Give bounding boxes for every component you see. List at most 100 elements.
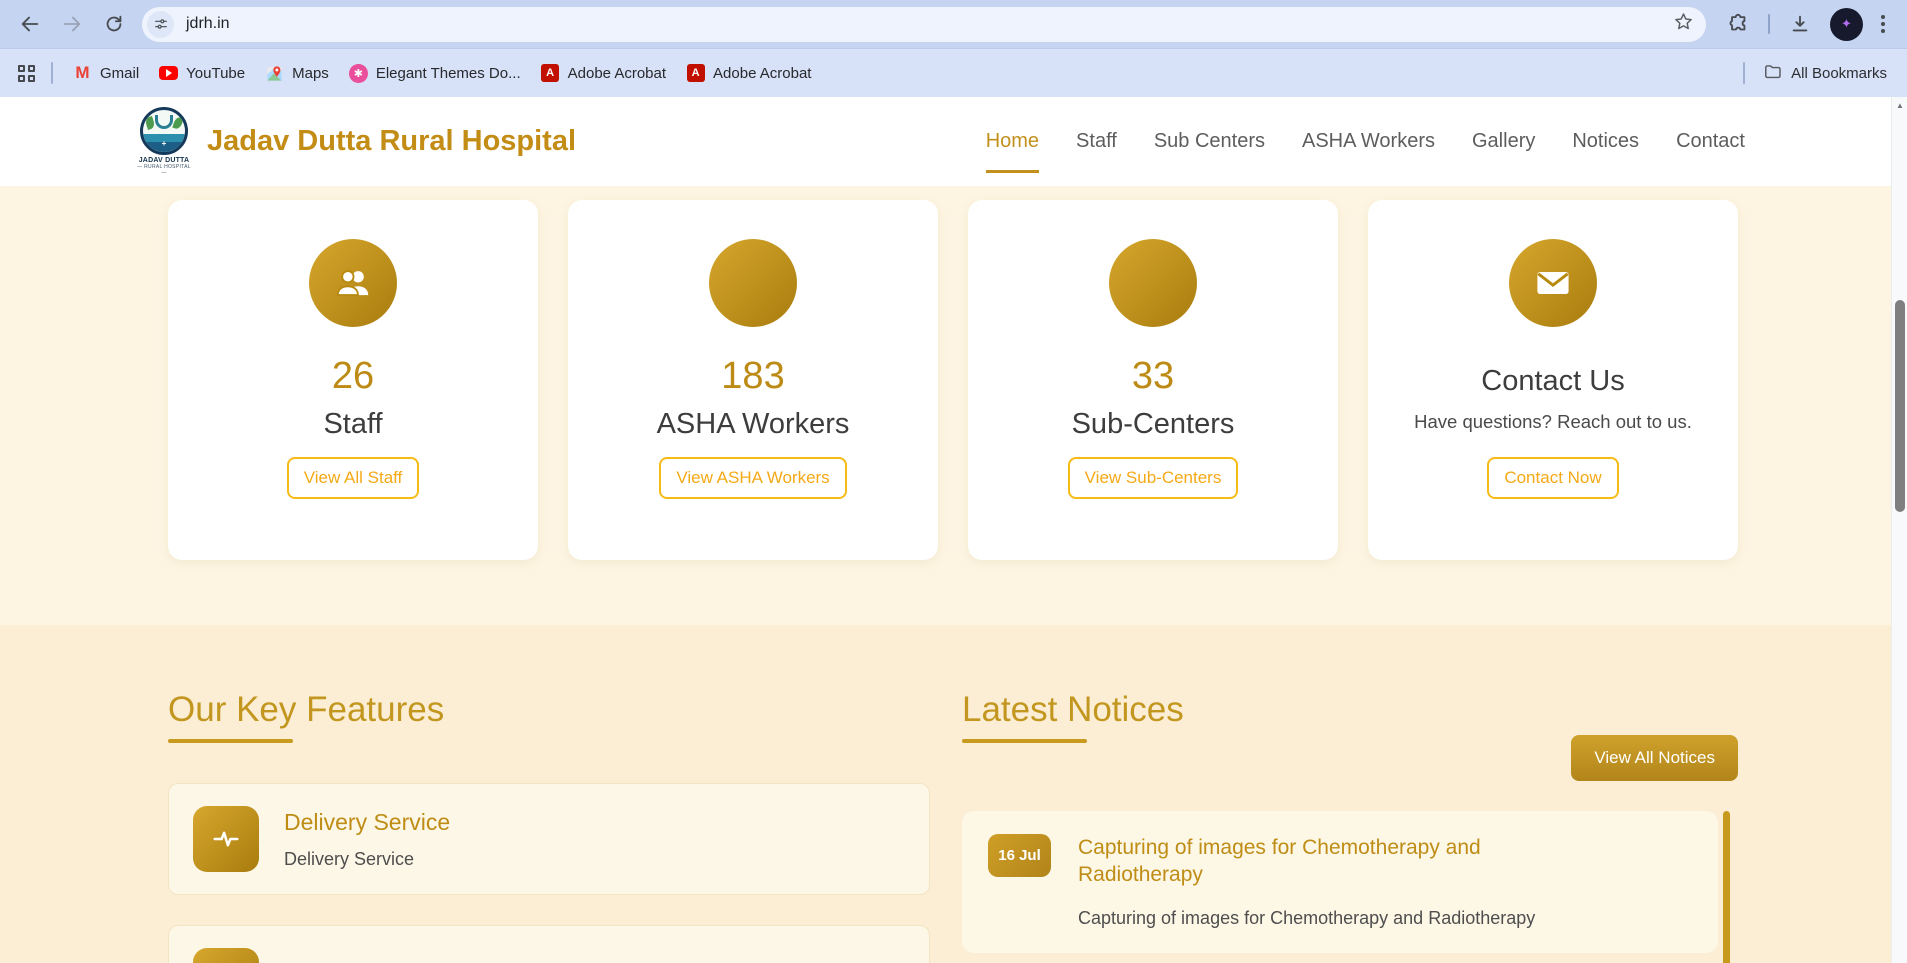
bookmark-label: Adobe Acrobat	[568, 65, 666, 82]
feature-body: Delivery Service Delivery Service	[284, 809, 450, 870]
acrobat-icon: A	[686, 64, 705, 83]
main-nav: Home Staff Sub Centers ASHA Workers Gall…	[986, 124, 1745, 159]
downloads-button[interactable]	[1780, 4, 1820, 44]
reload-button[interactable]	[94, 4, 134, 44]
feature-card-optometry: Optometry Service	[168, 925, 930, 963]
page-scrollbar-thumb[interactable]	[1895, 300, 1905, 512]
nav-item-notices[interactable]: Notices	[1572, 124, 1639, 159]
gmail-icon: M	[73, 64, 92, 83]
notice-item[interactable]: 16 Jul Capturing of images for Chemother…	[962, 811, 1718, 953]
logo-caption-2: — RURAL HOSPITAL —	[136, 164, 192, 176]
logo-caption-1: JADAV DUTTA	[136, 157, 192, 164]
stat-card-sub-centers: 33 Sub-Centers View Sub-Centers	[968, 200, 1338, 560]
staff-label: Staff	[168, 408, 538, 441]
contact-card: Contact Us Have questions? Reach out to …	[1368, 200, 1738, 560]
bookmark-item-acrobat-1[interactable]: A Adobe Acrobat	[533, 58, 674, 89]
notices-heading: Latest Notices	[962, 690, 1184, 730]
feature-title: Delivery Service	[284, 809, 450, 836]
bookmark-label: Gmail	[100, 65, 139, 82]
stat-card-staff: 26 Staff View All Staff	[168, 200, 538, 560]
browser-toolbar: jdrh.in ✦	[0, 0, 1907, 49]
bookmark-item-acrobat-2[interactable]: A Adobe Acrobat	[678, 58, 819, 89]
site-info-button[interactable]	[147, 11, 174, 38]
contact-text: Have questions? Reach out to us.	[1403, 409, 1703, 435]
sub-centers-count: 33	[968, 355, 1338, 398]
folder-icon	[1763, 62, 1782, 85]
page-viewport: ▲ + JADAV DUTTA — RURAL HOSPITAL — Jadav…	[0, 97, 1907, 963]
hospital-logo-icon: +	[140, 107, 188, 155]
bookmark-label: YouTube	[186, 65, 245, 82]
profile-avatar[interactable]: ✦	[1830, 8, 1863, 41]
forward-button[interactable]	[52, 4, 92, 44]
all-bookmarks-button[interactable]: All Bookmarks	[1757, 58, 1893, 89]
bookmark-star-button[interactable]	[1673, 11, 1694, 37]
features-heading: Our Key Features	[168, 690, 930, 730]
elegant-themes-icon: ✱	[349, 64, 368, 83]
optometry-icon	[193, 948, 259, 963]
asha-workers-icon	[709, 239, 797, 327]
acrobat-icon: A	[541, 64, 560, 83]
bookmark-label: Adobe Acrobat	[713, 65, 811, 82]
puzzle-icon	[1727, 13, 1749, 35]
view-all-staff-button[interactable]: View All Staff	[287, 457, 420, 499]
url-text[interactable]: jdrh.in	[186, 15, 230, 33]
nav-item-home[interactable]: Home	[986, 124, 1039, 159]
maps-icon	[265, 64, 284, 83]
nav-item-asha-workers[interactable]: ASHA Workers	[1302, 124, 1435, 159]
nav-item-sub-centers[interactable]: Sub Centers	[1154, 124, 1265, 159]
bookmarks-bar: M Gmail YouTube Maps ✱ Elegant Themes Do…	[0, 49, 1907, 97]
staff-count: 26	[168, 355, 538, 398]
forward-arrow-icon	[61, 13, 83, 35]
feature-description: Delivery Service	[284, 849, 450, 870]
stats-row: 26 Staff View All Staff 183 ASHA Workers…	[168, 200, 1891, 560]
sub-centers-label: Sub-Centers	[968, 408, 1338, 441]
bookmark-label: Maps	[292, 65, 329, 82]
apps-grid-icon[interactable]	[14, 61, 39, 86]
nav-item-gallery[interactable]: Gallery	[1472, 124, 1535, 159]
bookmark-item-elegant-themes[interactable]: ✱ Elegant Themes Do...	[341, 58, 529, 89]
all-bookmarks-label: All Bookmarks	[1791, 65, 1887, 82]
feature-card-delivery: Delivery Service Delivery Service	[168, 783, 930, 895]
pulse-icon	[193, 806, 259, 872]
page-scrollbar[interactable]: ▲	[1891, 97, 1907, 963]
bookmark-label: Elegant Themes Do...	[376, 65, 521, 82]
bookmark-item-maps[interactable]: Maps	[257, 58, 337, 89]
site-header: + JADAV DUTTA — RURAL HOSPITAL — Jadav D…	[0, 97, 1891, 186]
asha-workers-label: ASHA Workers	[568, 408, 938, 441]
back-arrow-icon	[19, 13, 41, 35]
extensions-button[interactable]	[1718, 4, 1758, 44]
reload-icon	[103, 13, 125, 35]
nav-item-contact[interactable]: Contact	[1676, 124, 1745, 159]
view-all-notices-button[interactable]: View All Notices	[1571, 735, 1738, 781]
notices-header: Latest Notices View All Notices	[962, 690, 1738, 781]
toolbar-right-cluster: ✦	[1714, 4, 1897, 44]
notices-heading-underline	[962, 739, 1087, 743]
stat-card-asha-workers: 183 ASHA Workers View ASHA Workers	[568, 200, 938, 560]
bookmark-item-gmail[interactable]: M Gmail	[65, 58, 147, 89]
bookmark-item-youtube[interactable]: YouTube	[151, 58, 253, 89]
notice-date-badge: 16 Jul	[988, 834, 1051, 877]
contact-title: Contact Us	[1368, 365, 1738, 398]
hospital-logo[interactable]: + JADAV DUTTA — RURAL HOSPITAL —	[136, 107, 192, 176]
scroll-up-arrow[interactable]: ▲	[1892, 97, 1907, 113]
envelope-icon	[1509, 239, 1597, 327]
staff-icon	[309, 239, 397, 327]
view-sub-centers-button[interactable]: View Sub-Centers	[1068, 457, 1239, 499]
stats-section: 26 Staff View All Staff 183 ASHA Workers…	[0, 186, 1891, 625]
browser-menu-button[interactable]	[1873, 11, 1893, 37]
notice-title: Capturing of images for Chemotherapy and…	[1078, 834, 1528, 889]
asha-workers-count: 183	[568, 355, 938, 398]
bookmarks-separator	[1743, 62, 1745, 84]
back-button[interactable]	[10, 4, 50, 44]
sub-centers-icon	[1109, 239, 1197, 327]
notices-scrollbar-thumb[interactable]	[1723, 811, 1730, 963]
avatar-glyph-icon: ✦	[1841, 16, 1852, 32]
lower-section: Our Key Features Delivery Service Delive…	[0, 625, 1891, 963]
download-icon	[1789, 13, 1811, 35]
youtube-icon	[159, 64, 178, 83]
nav-item-staff[interactable]: Staff	[1076, 124, 1117, 159]
address-bar[interactable]: jdrh.in	[142, 7, 1706, 42]
contact-now-button[interactable]: Contact Now	[1487, 457, 1618, 499]
notice-body: Capturing of images for Chemotherapy and…	[1078, 834, 1535, 929]
view-asha-workers-button[interactable]: View ASHA Workers	[659, 457, 846, 499]
